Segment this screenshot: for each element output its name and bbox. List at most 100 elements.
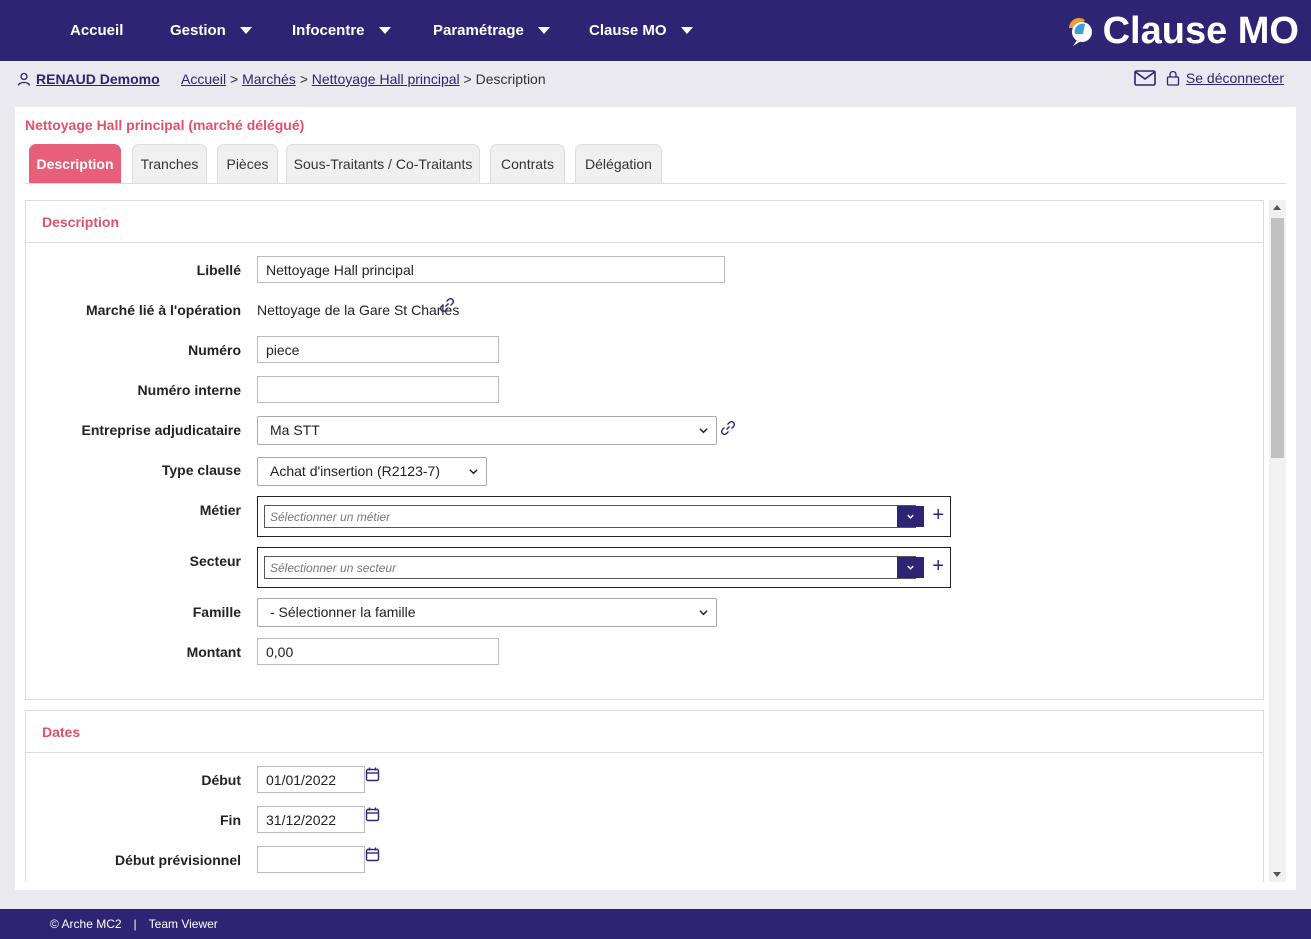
breadcrumb-separator: > (299, 71, 308, 87)
dates-section: Dates Début Fin (25, 710, 1264, 882)
tab-delegation-label: Délégation (585, 156, 652, 172)
secteur-multiselect: Sélectionner un secteur + (257, 547, 951, 588)
footer-copyright: © Arche MC2 (50, 917, 122, 931)
link-icon[interactable] (720, 420, 736, 436)
debut-prev-label: Début prévisionnel (114, 852, 241, 868)
nav-infocentre-label: Infocentre (292, 22, 365, 39)
marche-lie-value: Nettoyage de la Gare St Charles (257, 302, 460, 318)
main-panel: Nettoyage Hall principal (marché délégué… (15, 107, 1296, 890)
entreprise-select[interactable]: Ma STT (257, 416, 717, 445)
metier-label: Métier (199, 502, 241, 518)
nav-gestion[interactable]: Gestion (170, 0, 252, 61)
debut-prev-input[interactable] (257, 846, 365, 873)
libelle-input[interactable] (257, 256, 725, 283)
montant-label: Montant (186, 644, 241, 660)
nav-infocentre[interactable]: Infocentre (292, 0, 391, 61)
breadcrumb-current: Description (475, 71, 546, 87)
chevron-down-icon (907, 514, 914, 519)
tab-contrats[interactable]: Contrats (490, 144, 565, 183)
breadcrumb-accueil[interactable]: Accueil (181, 71, 226, 87)
secteur-dropdown-button[interactable] (897, 557, 924, 578)
numero-input[interactable] (257, 336, 499, 363)
marche-lie-label: Marché lié à l'opération (85, 302, 241, 318)
nav-accueil[interactable]: Accueil (70, 0, 123, 61)
footer-teamviewer-link[interactable]: Team Viewer (149, 917, 218, 931)
nav-gestion-label: Gestion (170, 22, 226, 39)
breadcrumb-separator: > (463, 71, 472, 87)
footer-separator: | (133, 917, 137, 931)
user-info: RENAUD Demomo (17, 71, 160, 87)
footer: © Arche MC2 | Team Viewer (0, 909, 1311, 939)
logo-text: Clause MO (1102, 9, 1299, 52)
calendar-icon[interactable] (365, 767, 380, 782)
famille-select-value: - Sélectionner la famille (270, 604, 416, 620)
metier-placeholder: Sélectionner un métier (270, 510, 391, 524)
numero-interne-label: Numéro interne (137, 382, 241, 398)
nav-accueil-label: Accueil (70, 22, 124, 39)
tab-description[interactable]: Description (29, 144, 121, 183)
description-heading: Description (26, 201, 1263, 243)
vertical-scrollbar[interactable] (1269, 200, 1286, 882)
add-secteur-icon[interactable]: + (932, 554, 944, 578)
calendar-icon[interactable] (365, 807, 380, 822)
debut-input[interactable] (257, 766, 365, 793)
app-logo[interactable]: Clause MO (1065, 10, 1299, 52)
type-clause-select[interactable]: Achat d'insertion (R2123-7) (257, 457, 487, 486)
add-metier-icon[interactable]: + (932, 503, 944, 527)
chevron-down-icon (469, 469, 478, 475)
link-icon[interactable] (439, 297, 455, 313)
entreprise-label: Entreprise adjudicataire (81, 422, 241, 438)
chevron-down-icon (907, 565, 914, 570)
numero-interne-input[interactable] (257, 376, 499, 403)
logout-link[interactable]: Se déconnecter (1186, 70, 1284, 86)
famille-select[interactable]: - Sélectionner la famille (257, 598, 717, 627)
fin-label: Fin (220, 812, 241, 828)
famille-label: Famille (192, 604, 241, 620)
numero-label: Numéro (188, 342, 241, 358)
nav-clause-mo[interactable]: Clause MO (589, 0, 693, 61)
libelle-label: Libellé (196, 262, 241, 278)
breadcrumb-marche[interactable]: Nettoyage Hall principal (312, 71, 460, 87)
secteur-input[interactable]: Sélectionner un secteur (264, 556, 916, 579)
top-navigation-bar: Accueil Gestion Infocentre Paramétrage C… (0, 0, 1311, 61)
tab-delegation[interactable]: Délégation (575, 144, 662, 183)
entreprise-select-value: Ma STT (270, 422, 320, 438)
debut-label: Début (201, 772, 241, 788)
nav-clause-mo-label: Clause MO (589, 22, 667, 39)
page-title: Nettoyage Hall principal (marché délégué… (25, 117, 305, 133)
breadcrumb-separator: > (230, 71, 239, 87)
user-name-link[interactable]: RENAUD Demomo (36, 71, 160, 87)
tab-tranches[interactable]: Tranches (132, 144, 207, 183)
scroll-up-icon[interactable] (1273, 205, 1281, 210)
sub-header: RENAUD Demomo Accueil > Marchés > Nettoy… (0, 61, 1311, 96)
caret-down-icon (239, 27, 252, 34)
fin-input[interactable] (257, 806, 365, 833)
secteur-label: Secteur (189, 553, 241, 569)
dates-heading: Dates (26, 711, 1263, 753)
tab-pieces[interactable]: Pièces (217, 144, 278, 183)
mail-icon[interactable] (1134, 70, 1156, 86)
nav-parametrage[interactable]: Paramétrage (433, 0, 550, 61)
montant-input[interactable] (257, 638, 499, 665)
tab-sous-traitants[interactable]: Sous-Traitants / Co-Traitants (286, 144, 480, 183)
metier-dropdown-button[interactable] (897, 506, 924, 527)
caret-down-icon (378, 27, 391, 34)
user-icon (17, 72, 31, 86)
form-scroll-area: Description Libellé Marché lié à l'opéra… (25, 200, 1286, 882)
tab-tranches-label: Tranches (140, 156, 199, 172)
logout-area: Se déconnecter (1134, 70, 1284, 86)
tab-sous-traitants-label: Sous-Traitants / Co-Traitants (293, 156, 473, 172)
tab-pieces-label: Pièces (226, 156, 269, 172)
scrollbar-thumb[interactable] (1271, 218, 1284, 458)
description-section: Description Libellé Marché lié à l'opéra… (25, 200, 1264, 700)
breadcrumb-marches[interactable]: Marchés (242, 71, 296, 87)
tab-divider (25, 183, 1286, 184)
calendar-icon[interactable] (365, 847, 380, 862)
type-clause-label: Type clause (161, 462, 241, 478)
secteur-placeholder: Sélectionner un secteur (270, 561, 397, 575)
chevron-down-icon (699, 428, 708, 434)
tab-contrats-label: Contrats (501, 156, 554, 172)
scroll-down-icon[interactable] (1273, 872, 1281, 877)
lock-icon (1166, 70, 1180, 86)
metier-input[interactable]: Sélectionner un métier (264, 505, 916, 528)
